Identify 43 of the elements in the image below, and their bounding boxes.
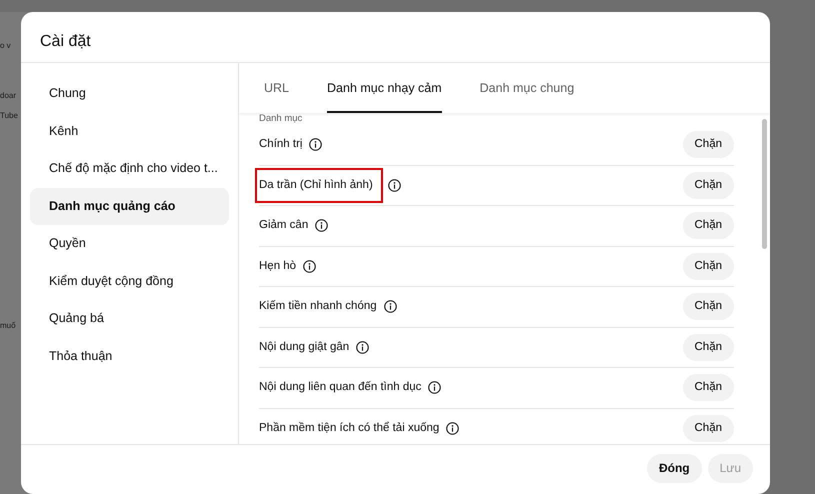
tab[interactable]: URL [245,63,308,113]
block-button[interactable]: Chặn [682,374,734,402]
sidebar-item[interactable]: Thỏa thuận [30,338,229,375]
category-label: Hẹn hò [259,258,296,274]
sidebar-item[interactable]: Kênh [30,112,229,150]
category-label: Da trần (Chỉ hình ảnh) [257,170,381,201]
sidebar-item[interactable]: Danh mục quảng cáo [30,188,229,225]
background-text: muố [0,320,16,332]
block-button[interactable]: Chặn [682,252,734,280]
scrollbar-thumb[interactable] [762,119,767,249]
category-label: Nội dung liên quan đến tình dục [259,380,422,396]
sidebar-item[interactable]: Kiểm duyệt cộng đồng [30,262,229,300]
close-button[interactable]: Đóng [646,454,702,482]
tab[interactable]: Danh mục chung [460,63,594,113]
info-icon[interactable] [356,340,370,354]
info-icon[interactable] [388,178,401,192]
info-icon[interactable] [384,300,397,314]
block-button[interactable]: Chặn [682,172,734,199]
block-button[interactable]: Chặn [682,415,734,442]
sidebar-item[interactable]: Chế độ mặc định cho video t... [30,150,229,188]
info-icon[interactable] [303,260,316,273]
category-label: Giảm cân [259,218,308,234]
block-button[interactable]: Chặn [682,334,734,361]
tab[interactable]: Danh mục nhạy cảm [308,63,461,113]
info-icon[interactable] [428,381,442,394]
block-button[interactable]: Chặn [682,293,734,320]
block-button[interactable]: Chặn [682,131,734,158]
category-label: Nội dung giật gân [259,340,350,355]
dialog-title: Cài đặt [21,12,770,63]
category-label: Chính trị [259,137,302,152]
info-icon[interactable] [446,422,460,436]
sidebar-item[interactable]: Chung [30,75,229,112]
info-icon[interactable] [309,138,322,152]
block-button[interactable]: Chặn [682,212,734,240]
background-text: doar [0,90,16,102]
info-icon[interactable] [315,219,328,232]
sidebar-item[interactable]: Quảng bá [30,300,229,338]
category-label: Phần mềm tiện ích có thể tải xuống [259,420,440,436]
category-label: Kiếm tiền nhanh chóng [259,299,377,314]
background-text: Tube [0,110,18,122]
section-label: Danh mục [259,113,304,125]
sidebar-item[interactable]: Quyền [30,225,229,262]
background-text: o v [0,40,11,52]
